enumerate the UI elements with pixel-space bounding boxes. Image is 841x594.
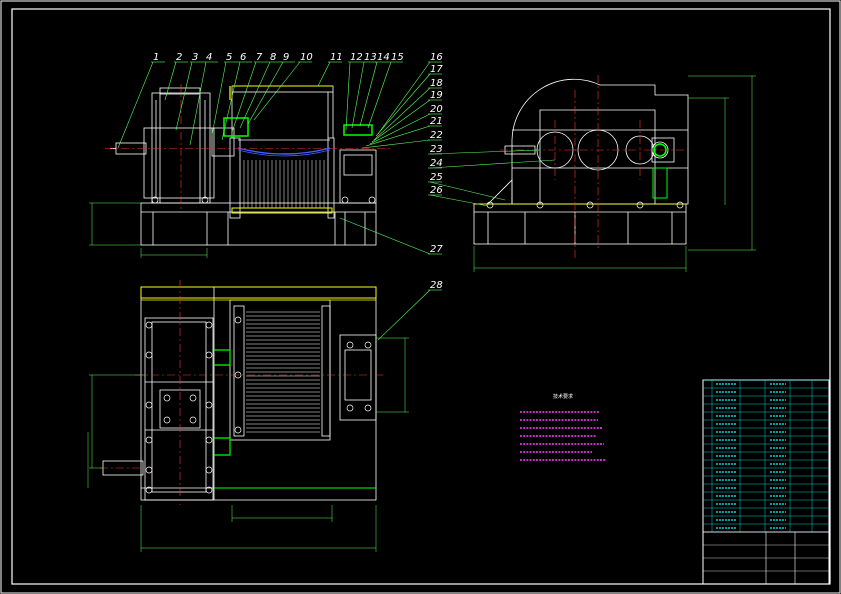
part-number-label: 21: [430, 116, 443, 127]
drawing-canvas: 1 2 3 4 5 6 7 8 9 10 11 12 13 14 15 16 17 18 19 20 21 22 23 24 2…: [0, 0, 841, 594]
leader-line: [317, 61, 331, 87]
part-number-label: 1: [153, 52, 159, 63]
leader-line: [429, 159, 556, 169]
part-number-label: 12: [350, 52, 363, 63]
top-view-dimensions: [87, 337, 409, 552]
part-number-label: 5: [226, 52, 232, 63]
front-view: [110, 85, 377, 246]
drum-wraps-front: [243, 160, 325, 208]
bolt-circle: [145, 321, 153, 329]
bolt-circle: [205, 401, 213, 409]
leader-line: [373, 87, 431, 141]
bolt-circle: [163, 416, 171, 424]
bolt-circle: [163, 394, 171, 402]
leader-line: [367, 61, 392, 129]
part-number-label: 14: [377, 52, 390, 63]
title-block: [702, 531, 830, 585]
part-number-label: 8: [270, 52, 276, 63]
leader-line: [365, 125, 431, 147]
parts-list-entries: [716, 383, 786, 529]
bolt-circle: [205, 321, 213, 329]
bolt-circles: [145, 196, 684, 494]
part-number-label: 13: [364, 52, 377, 63]
side-view: [473, 78, 689, 245]
bolt-circle: [364, 404, 372, 412]
part-number-label: 17: [430, 64, 443, 75]
bolt-circle: [346, 341, 354, 349]
part-number-label: 4: [206, 52, 212, 63]
leader-line: [429, 194, 489, 207]
bolt-circle: [205, 351, 213, 359]
leader-line: [429, 149, 541, 155]
drum-wraps-top: [246, 311, 320, 433]
cad-drawing: 1 2 3 4 5 6 7 8 9 10 11 12 13 14 15 1617181920212223242…: [0, 0, 841, 594]
side-view-dimensions: [473, 75, 756, 272]
bolt-circle: [364, 341, 372, 349]
leader-line: [175, 61, 193, 131]
part-number-label: 16: [430, 52, 443, 63]
bolt-circle: [486, 201, 494, 209]
part-number-label: 19: [430, 90, 443, 101]
part-number-label: 3: [192, 52, 198, 63]
part-number-label: 20: [430, 104, 443, 115]
front-view-highlights: [223, 85, 373, 214]
bolt-circle: [145, 401, 153, 409]
part-number-label: 15: [391, 52, 404, 63]
part-number-label: 11: [330, 52, 343, 63]
leader-line: [371, 99, 431, 143]
part-number-label: 9: [283, 52, 289, 63]
leader-line: [375, 73, 431, 137]
bolt-circle: [145, 351, 153, 359]
leader-line: [253, 61, 301, 121]
technical-notes: 技术要求: [520, 393, 606, 461]
leader-line: [345, 61, 351, 131]
note-lines: [520, 411, 606, 461]
bolt-circle: [234, 426, 242, 434]
outer-border: [0, 0, 841, 594]
leader-line: [231, 61, 257, 133]
part-number-label: 28: [430, 280, 443, 291]
bolt-circle: [205, 466, 213, 474]
top-view-highlights: [140, 286, 377, 489]
part-number-label: 26: [430, 185, 443, 196]
parts-list-grid: [703, 379, 829, 533]
bolt-circle: [586, 201, 594, 209]
bolt-circle: [676, 201, 684, 209]
part-number-label: 10: [300, 52, 313, 63]
leader-line: [117, 61, 154, 149]
part-number-label: 23: [430, 144, 443, 155]
side-view-highlights: [474, 143, 686, 205]
bolt-circle: [205, 436, 213, 444]
part-number-label: 7: [256, 52, 263, 63]
bolt-circle: [368, 196, 376, 204]
bolt-circle: [189, 394, 197, 402]
part-number-label: 6: [240, 52, 246, 63]
bolt-circle: [636, 201, 644, 209]
leader-line: [339, 217, 431, 255]
bolt-circle: [189, 416, 197, 424]
part-number-label: 22: [430, 130, 443, 141]
notes-title: 技术要求: [553, 393, 573, 400]
inner-border: [11, 8, 831, 585]
bolt-circle: [346, 404, 354, 412]
leader-line: [377, 289, 431, 341]
part-number-label: 27: [430, 244, 443, 255]
front-view-dimensions: [89, 202, 208, 258]
part-number-label: 18: [430, 78, 443, 89]
bolt-circle: [341, 196, 349, 204]
part-number-label: 2: [176, 52, 182, 63]
bolt-circle: [145, 466, 153, 474]
part-number-label: 25: [430, 172, 443, 183]
part-number-label: 24: [430, 158, 443, 169]
leader-line: [377, 61, 431, 135]
leader-line: [189, 61, 207, 146]
bolt-circle: [234, 316, 242, 324]
bolt-circle: [145, 436, 153, 444]
